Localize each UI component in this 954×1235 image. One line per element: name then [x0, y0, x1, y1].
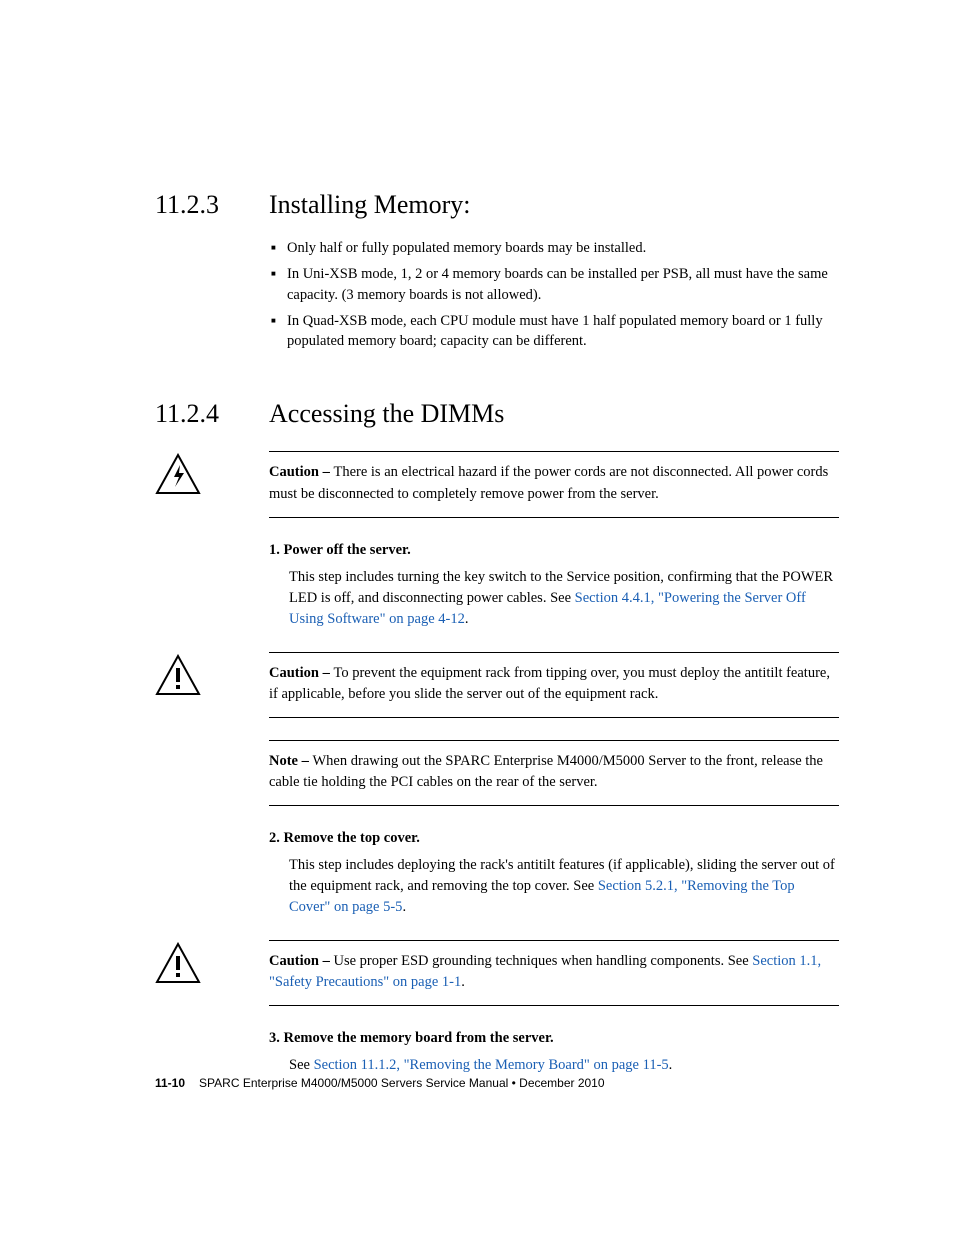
section-1123-heading: 11.2.3 Installing Memory:: [155, 190, 839, 220]
step-text: See: [289, 1057, 314, 1073]
bullet-item: Only half or fully populated memory boar…: [269, 238, 839, 258]
page-number: 11-10: [155, 1076, 185, 1090]
page-footer: 11-10 SPARC Enterprise M4000/M5000 Server…: [155, 1076, 605, 1090]
electrical-hazard-icon: [155, 453, 201, 495]
footer-text: SPARC Enterprise M4000/M5000 Servers Ser…: [199, 1076, 605, 1090]
bullet-item: In Uni-XSB mode, 1, 2 or 4 memory boards…: [269, 264, 839, 305]
caution-text: To prevent the equipment rack from tippi…: [269, 665, 830, 702]
step-1: 1. Power off the server. This step inclu…: [269, 540, 839, 630]
step-heading: 1. Power off the server.: [269, 540, 839, 561]
caution-esd: Caution – Use proper ESD grounding techn…: [155, 940, 839, 1006]
caution-tip-over: Caution – To prevent the equipment rack …: [155, 652, 839, 718]
caution-text: There is an electrical hazard if the pow…: [269, 464, 828, 501]
section-number: 11.2.4: [155, 399, 269, 429]
xref-link[interactable]: Section 11.1.2, "Removing the Memory Boa…: [314, 1057, 669, 1073]
caution-label: Caution –: [269, 464, 333, 480]
section-title: Installing Memory:: [269, 190, 470, 220]
step-heading: 2. Remove the top cover.: [269, 828, 839, 849]
caution-label: Caution –: [269, 953, 333, 969]
note-cable-tie: Note – When drawing out the SPARC Enterp…: [269, 740, 839, 806]
note-text: When drawing out the SPARC Enterprise M4…: [269, 753, 823, 790]
section-title: Accessing the DIMMs: [269, 399, 504, 429]
caution-text: .: [461, 974, 465, 990]
step-text: .: [669, 1057, 673, 1073]
caution-text: Use proper ESD grounding techniques when…: [333, 953, 752, 969]
section-1124-heading: 11.2.4 Accessing the DIMMs: [155, 399, 839, 429]
warning-icon: [155, 654, 201, 696]
caution-label: Caution –: [269, 665, 333, 681]
caution-electrical: Caution – There is an electrical hazard …: [155, 451, 839, 517]
step-text: .: [402, 899, 406, 915]
note-label: Note –: [269, 753, 313, 769]
step-text: .: [465, 611, 469, 627]
warning-icon: [155, 942, 201, 984]
bullet-list: Only half or fully populated memory boar…: [269, 238, 839, 351]
step-3: 3. Remove the memory board from the serv…: [269, 1028, 839, 1076]
step-2: 2. Remove the top cover. This step inclu…: [269, 828, 839, 918]
step-heading: 3. Remove the memory board from the serv…: [269, 1028, 839, 1049]
bullet-item: In Quad-XSB mode, each CPU module must h…: [269, 311, 839, 352]
section-number: 11.2.3: [155, 190, 269, 220]
